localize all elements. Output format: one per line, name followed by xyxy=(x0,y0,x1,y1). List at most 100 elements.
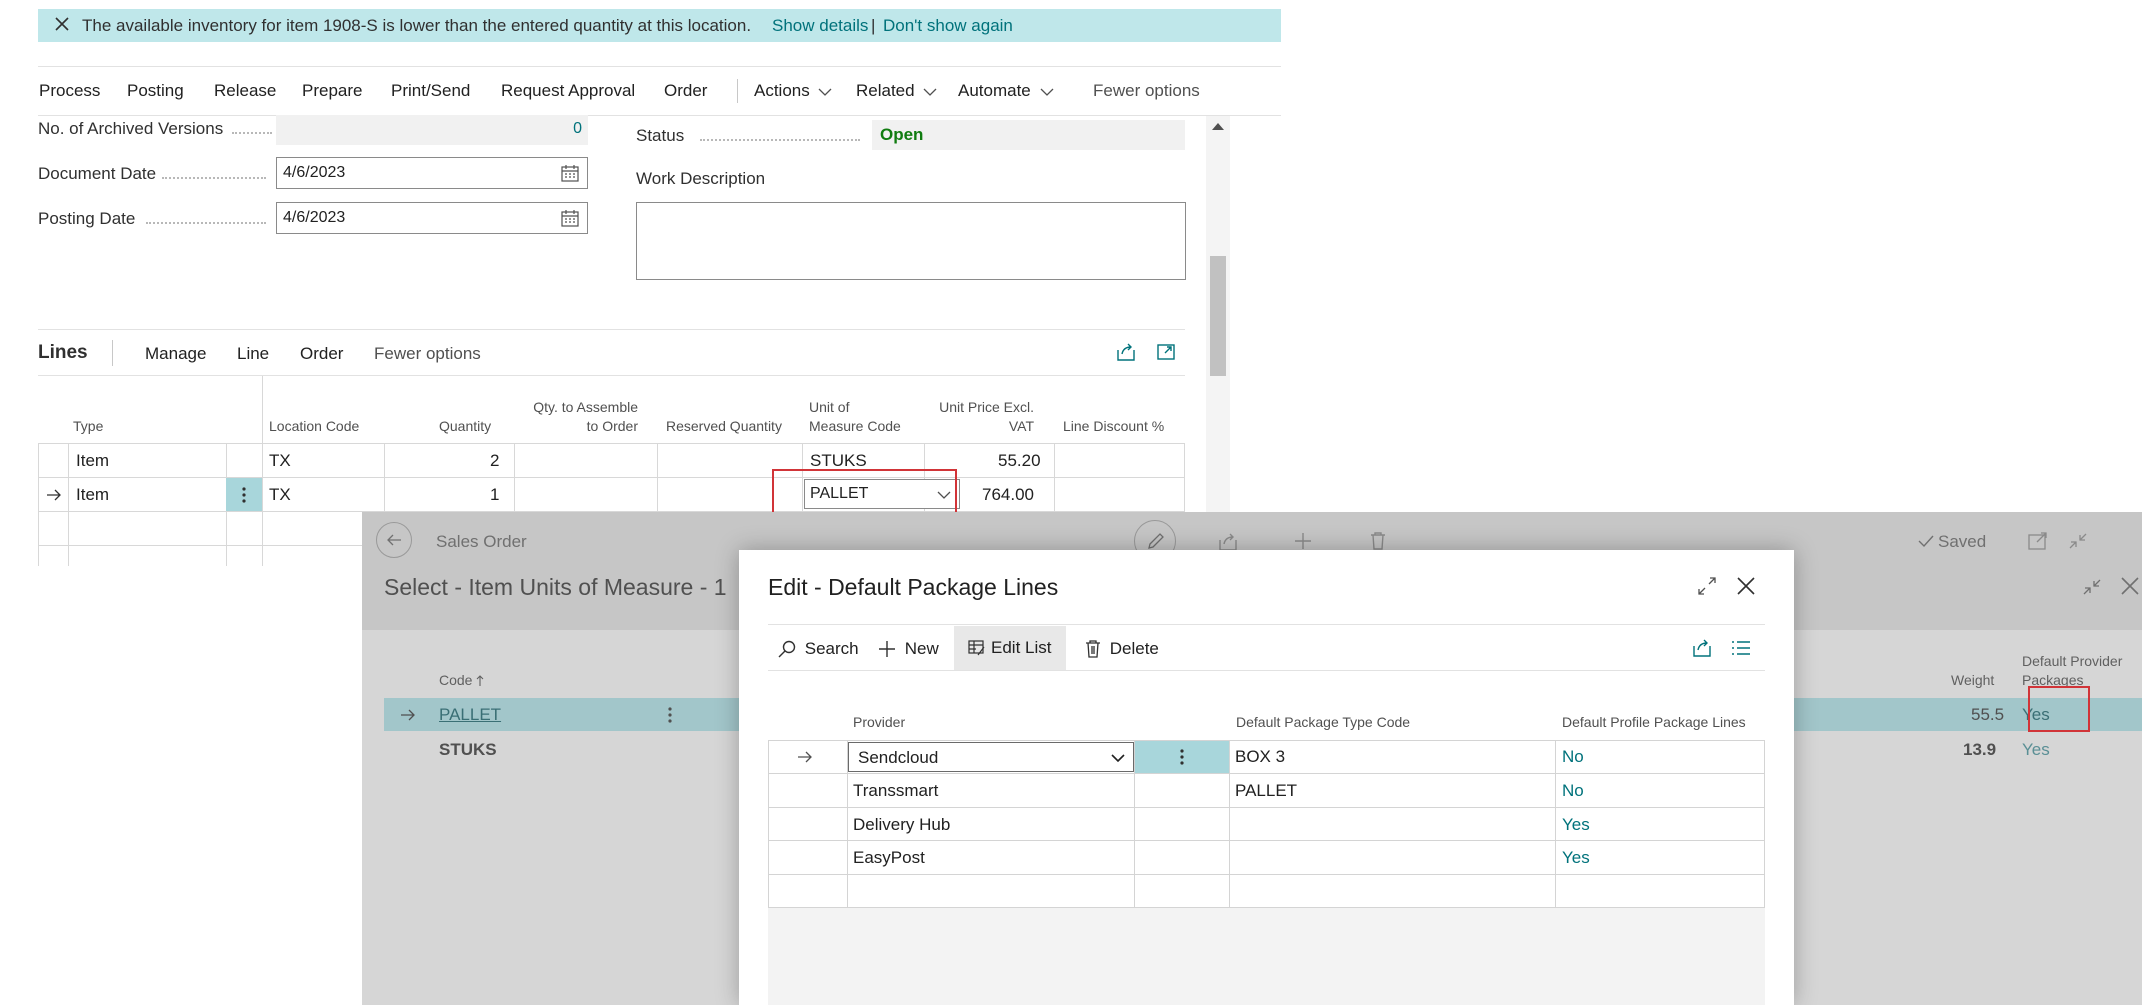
default-provider-header[interactable]: Default Provider Packages xyxy=(2022,652,2122,690)
table-row[interactable]: Item TX 2 STUKS 55.20 xyxy=(38,444,1185,477)
profile-lines-value[interactable]: Yes xyxy=(1562,848,1590,868)
default-provider-value[interactable]: Yes xyxy=(2022,740,2050,760)
action-prepare[interactable]: Prepare xyxy=(302,81,362,101)
col-quantity[interactable]: Quantity xyxy=(439,417,491,436)
provider-value[interactable]: Delivery Hub xyxy=(853,815,950,835)
edit-list-button[interactable]: Edit List xyxy=(954,626,1066,670)
calendar-icon[interactable] xyxy=(561,165,579,182)
scrollbar-thumb[interactable] xyxy=(1210,256,1226,376)
action-fewer-options[interactable]: Fewer options xyxy=(1093,81,1200,101)
table-row[interactable]: EasyPost Yes xyxy=(768,841,1765,874)
provider-select-value: Sendcloud xyxy=(858,748,939,767)
calendar-icon[interactable] xyxy=(561,210,579,227)
chevron-down-icon xyxy=(1111,754,1125,763)
lines-divider xyxy=(112,340,113,366)
col-type[interactable]: Type xyxy=(73,417,103,436)
edit-list-label: Edit List xyxy=(991,638,1052,657)
profile-lines-value[interactable]: Yes xyxy=(1562,815,1590,835)
col-location-code[interactable]: Location Code xyxy=(269,417,359,436)
dont-show-again-link[interactable]: Don't show again xyxy=(883,16,1013,36)
back-button[interactable] xyxy=(376,522,412,558)
scrollbar[interactable] xyxy=(1206,116,1230,516)
archived-versions-field: 0 xyxy=(276,115,588,145)
table-row[interactable]: Sendcloud BOX 3 No xyxy=(768,741,1765,773)
open-new-window-icon[interactable] xyxy=(2028,532,2048,550)
lines-menu-manage[interactable]: Manage xyxy=(145,344,206,364)
action-request-approval[interactable]: Request Approval xyxy=(501,81,635,101)
col-reserved-quantity[interactable]: Reserved Quantity xyxy=(666,417,782,436)
scroll-up-icon[interactable] xyxy=(1212,122,1224,130)
col-line-discount[interactable]: Line Discount % xyxy=(1063,417,1164,436)
package-type-value[interactable]: PALLET xyxy=(1235,781,1297,801)
work-description-input[interactable] xyxy=(636,202,1186,280)
table-row[interactable]: Item TX 1 PALLET 764.00 xyxy=(38,478,1185,511)
action-print-send[interactable]: Print/Send xyxy=(391,81,470,101)
close-icon[interactable] xyxy=(1736,576,1756,596)
row-uom: STUKS xyxy=(810,451,867,470)
code-pallet-link[interactable]: PALLET xyxy=(439,705,501,725)
profile-lines-value[interactable]: No xyxy=(1562,781,1584,801)
action-posting[interactable]: Posting xyxy=(127,81,184,101)
action-release[interactable]: Release xyxy=(214,81,276,101)
row-menu-button[interactable] xyxy=(1135,741,1229,773)
close-icon[interactable] xyxy=(2120,576,2140,596)
action-actions[interactable]: Actions xyxy=(754,81,832,101)
expand-icon[interactable] xyxy=(1697,576,1717,596)
close-icon[interactable] xyxy=(54,16,70,32)
dialog-empty-area xyxy=(768,908,1765,1005)
col-qty-assemble-line1: Qty. to Assemble xyxy=(533,399,638,415)
action-order[interactable]: Order xyxy=(664,81,707,101)
col-unit-of-measure[interactable]: Unit of Measure Code xyxy=(809,398,901,436)
document-date-input[interactable]: 4/6/2023 xyxy=(276,157,588,189)
plus-icon[interactable] xyxy=(1294,532,1312,550)
code-stuks[interactable]: STUKS xyxy=(439,740,497,760)
status-value: Open xyxy=(880,125,924,144)
col-price-line2: VAT xyxy=(1008,418,1034,434)
package-type-value[interactable]: BOX 3 xyxy=(1235,747,1285,767)
share-icon[interactable] xyxy=(1692,638,1712,658)
highlight-box xyxy=(2028,686,2090,732)
expand-icon[interactable] xyxy=(1156,342,1176,362)
action-process[interactable]: Process xyxy=(39,81,100,101)
archived-versions-value[interactable]: 0 xyxy=(573,120,582,138)
col-qty-assemble[interactable]: Qty. to Assemble to Order xyxy=(516,398,638,436)
new-button[interactable]: New xyxy=(878,638,939,659)
lines-menu-order[interactable]: Order xyxy=(300,344,343,364)
posting-date-input[interactable]: 4/6/2023 xyxy=(276,202,588,234)
row-quantity: 1 xyxy=(490,485,500,504)
collapse-icon[interactable] xyxy=(2082,578,2102,596)
row-menu-button[interactable] xyxy=(226,478,262,511)
provider-value[interactable]: EasyPost xyxy=(853,848,925,868)
col-default-package-type[interactable]: Default Package Type Code xyxy=(1236,713,1410,732)
share-icon[interactable] xyxy=(1116,342,1136,362)
delete-button[interactable]: Delete xyxy=(1085,638,1159,659)
action-bar: Process Posting Release Prepare Print/Se… xyxy=(38,66,1281,116)
action-related[interactable]: Related xyxy=(856,81,937,101)
col-default-profile-package-lines[interactable]: Default Profile Package Lines xyxy=(1562,713,1746,732)
plus-icon xyxy=(879,640,895,657)
provider-value[interactable]: Transsmart xyxy=(853,781,938,801)
profile-lines-value[interactable]: No xyxy=(1562,747,1584,767)
col-unit-price[interactable]: Unit Price Excl. VAT xyxy=(920,398,1034,436)
search-button[interactable]: Search xyxy=(778,638,859,659)
weight-column-header[interactable]: Weight xyxy=(1951,671,1994,690)
show-details-link[interactable]: Show details xyxy=(772,16,868,36)
more-vertical-icon[interactable] xyxy=(668,707,672,723)
checkmark-icon xyxy=(1918,535,1934,548)
trash-icon[interactable] xyxy=(1370,532,1386,550)
share-icon[interactable] xyxy=(1218,532,1238,552)
table-row[interactable]: Delivery Hub Yes xyxy=(768,808,1765,840)
collapse-icon[interactable] xyxy=(2068,532,2088,550)
leader-dots xyxy=(146,222,266,224)
action-automate[interactable]: Automate xyxy=(958,81,1054,101)
col-provider[interactable]: Provider xyxy=(853,713,905,732)
list-view-icon[interactable] xyxy=(1731,639,1751,657)
lines-menu-fewer-options[interactable]: Fewer options xyxy=(374,344,481,364)
code-column-header[interactable]: Code xyxy=(439,671,484,690)
table-row[interactable]: Transsmart PALLET No xyxy=(768,774,1765,807)
provider-select[interactable]: Sendcloud xyxy=(848,742,1134,772)
lines-menu-line[interactable]: Line xyxy=(237,344,269,364)
table-row[interactable] xyxy=(768,875,1765,907)
row-price: 764.00 xyxy=(982,485,1034,504)
notification-bar: The available inventory for item 1908-S … xyxy=(38,9,1281,42)
